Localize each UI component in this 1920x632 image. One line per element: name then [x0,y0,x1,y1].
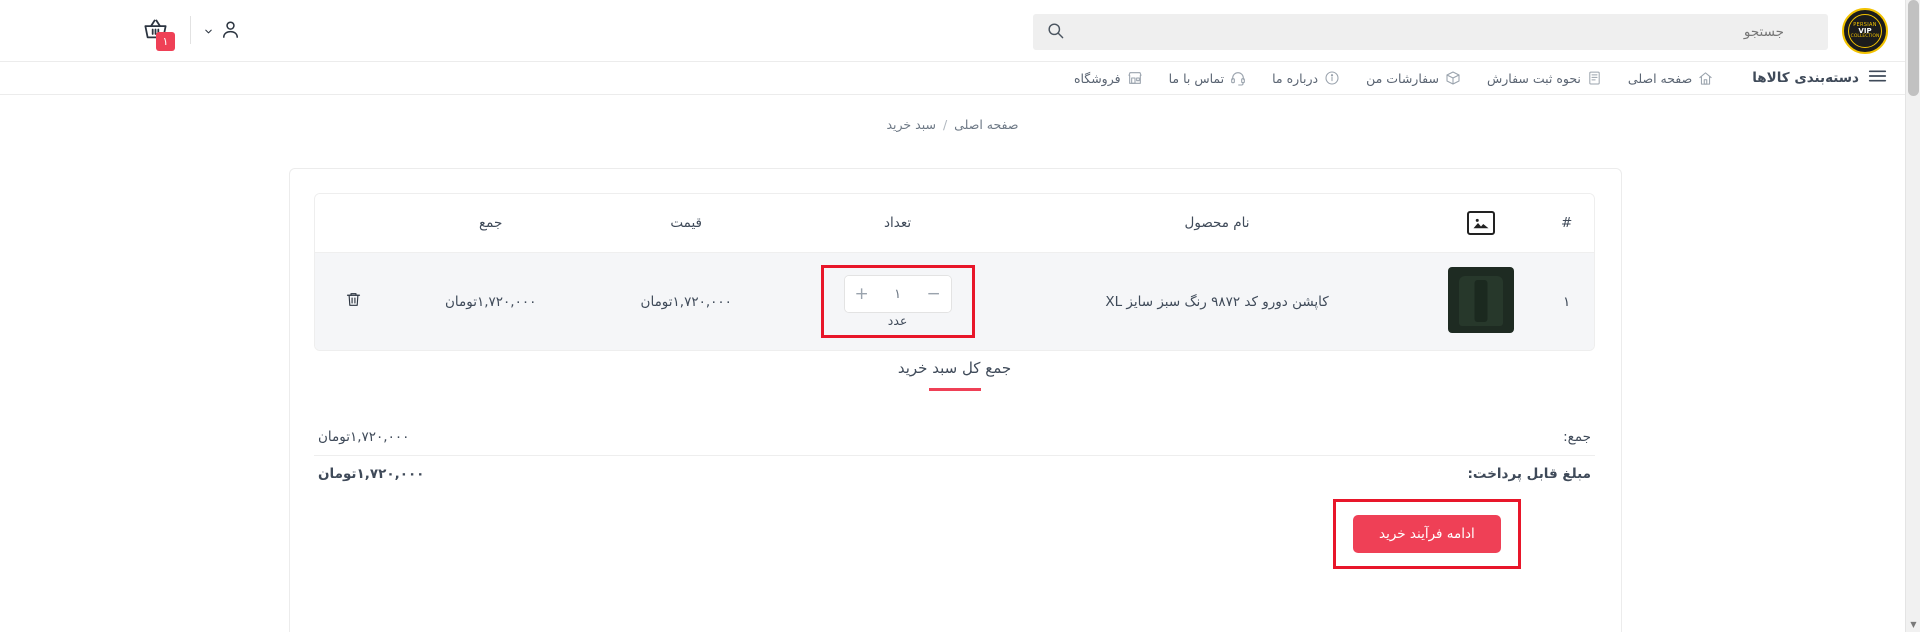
cell-sum: ۱,۷۲۰,۰۰۰تومان [392,252,589,350]
cell-quantity: − ۱ + عدد [784,252,1012,350]
user-icon [219,18,242,45]
nav-item-my-orders[interactable]: سفارشات من [1353,70,1474,86]
search-button[interactable] [1033,14,1077,50]
product-thumbnail[interactable] [1448,266,1515,333]
cart-table-body: ۱ کاپشن دورو کد ۹۸۷۲ رنگ سبز سایز XL − ۱… [315,252,1594,350]
payable-label: مبلغ قابل پرداخت: [1467,466,1591,482]
decrease-quantity-button[interactable]: − [916,276,951,312]
info-circle-icon [1324,70,1340,86]
search-bar[interactable] [1033,14,1828,50]
header-product-name: نام محصول [1011,194,1423,253]
page-root: PERSIAN VIP COLLECTION [0,0,1905,632]
search-input[interactable] [1033,14,1828,50]
sidebar-item-categories[interactable]: دسته‌بندی کالاها [1752,69,1887,87]
nav-item-label: نحوه ثبت سفارش [1486,70,1581,86]
cell-thumbnail[interactable] [1422,252,1540,350]
nav-item-label: سفارشات من [1366,70,1439,86]
cart-table-head: # نام محصول تعداد قیمت جمع [315,194,1594,253]
increase-quantity-button[interactable]: + [844,276,879,312]
checkout-highlight-box: ادامه فرآیند خرید [1333,499,1521,569]
cell-price: ۱,۷۲۰,۰۰۰تومان [588,252,784,350]
search-icon [1046,21,1065,43]
account-button[interactable] [203,16,242,46]
document-icon [1587,70,1602,86]
totals-title: جمع کل سبد خرید [288,359,1621,391]
cell-product-name[interactable]: کاپشن دورو کد ۹۸۷۲ رنگ سبز سایز XL [1011,252,1423,350]
header-quantity: تعداد [784,194,1012,253]
subtotal-label: جمع: [1563,429,1591,445]
quantity-value: ۱ [894,286,902,302]
totals-row-subtotal: جمع: ۱,۷۲۰,۰۰۰تومان [314,419,1595,456]
site-logo[interactable]: PERSIAN VIP COLLECTION [1842,8,1888,54]
delete-item-button[interactable] [345,290,362,312]
totals-title-underline [928,388,981,391]
nav-item-home[interactable]: صفحه اصلی [1615,71,1726,86]
box-icon [1445,70,1461,86]
cart-table-container: # نام محصول تعداد قیمت جمع ۱ کاپشن دورو … [314,193,1595,351]
scroll-down-arrow[interactable]: ▼ [1906,617,1920,632]
header-divider [190,16,191,44]
quantity-stepper[interactable]: − ۱ + [843,275,952,313]
header-delete [315,194,393,253]
quantity-highlight-box: − ۱ + عدد [820,265,975,338]
cart-count-badge: ۱ [156,32,175,51]
header-actions: ۱ [0,12,300,52]
nav-item-contact-us[interactable]: تماس با ما [1156,70,1260,86]
continue-checkout-button[interactable]: ادامه فرآیند خرید [1353,515,1501,553]
header-image [1422,194,1540,253]
table-header-row: # نام محصول تعداد قیمت جمع [315,194,1594,253]
payable-value: ۱,۷۲۰,۰۰۰تومان [318,466,425,482]
nav-item-about-us[interactable]: درباره ما [1259,70,1353,86]
header-price: قیمت [588,194,784,253]
breadcrumb-home-link[interactable]: صفحه اصلی [954,117,1018,132]
nav-item-label: فروشگاه [1073,70,1121,86]
home-icon [1698,71,1713,86]
cell-index: ۱ [1539,252,1594,350]
header-sum: جمع [392,194,589,253]
nav-item-label: تماس با ما [1168,70,1225,86]
cart-table: # نام محصول تعداد قیمت جمع ۱ کاپشن دورو … [315,194,1594,350]
coat-shape [1459,275,1504,326]
store-icon [1127,70,1143,86]
cart-card: # نام محصول تعداد قیمت جمع ۱ کاپشن دورو … [289,168,1622,632]
categories-label: دسته‌بندی کالاها [1752,70,1859,86]
image-icon [1467,211,1496,235]
table-row: ۱ کاپشن دورو کد ۹۸۷۲ رنگ سبز سایز XL − ۱… [315,252,1594,350]
cell-delete [315,252,393,350]
totals-row-payable: مبلغ قابل پرداخت: ۱,۷۲۰,۰۰۰تومان [314,456,1595,492]
quantity-unit-label: عدد [887,313,908,328]
trash-icon [345,290,362,312]
breadcrumb-separator: / [942,117,948,132]
nav-item-label: صفحه اصلی [1627,70,1693,86]
nav-item-store[interactable]: فروشگاه [1061,70,1156,86]
logo-bottom-text: COLLECTION [1850,33,1880,39]
hamburger-menu-icon [1868,69,1887,87]
nav-item-label: درباره ما [1272,70,1319,86]
totals-rows: جمع: ۱,۷۲۰,۰۰۰تومان مبلغ قابل پرداخت: ۱,… [314,419,1595,492]
page-scrollbar[interactable]: ▲ ▼ [1905,0,1920,632]
chevron-down-icon [203,22,214,41]
header-index: # [1539,194,1594,253]
totals-title-text: جمع کل سبد خرید [897,359,1012,377]
nav-item-list: صفحه اصلی نحوه ثبت سفارش سفارشات من دربا… [1061,70,1726,86]
breadcrumb: صفحه اصلی / سبد خرید [0,95,1905,132]
breadcrumb-current: سبد خرید [886,117,936,132]
nav-item-how-to-order[interactable]: نحوه ثبت سفارش [1474,70,1615,86]
logo-inner: PERSIAN VIP COLLECTION [1848,14,1882,48]
top-header-bar: PERSIAN VIP COLLECTION جستجو ۱ [0,0,1905,62]
headset-icon [1230,70,1246,86]
subtotal-value: ۱,۷۲۰,۰۰۰تومان [318,429,410,445]
scrollbar-thumb[interactable] [1908,0,1919,96]
main-navigation: دسته‌بندی کالاها صفحه اصلی نحوه [0,62,1905,95]
